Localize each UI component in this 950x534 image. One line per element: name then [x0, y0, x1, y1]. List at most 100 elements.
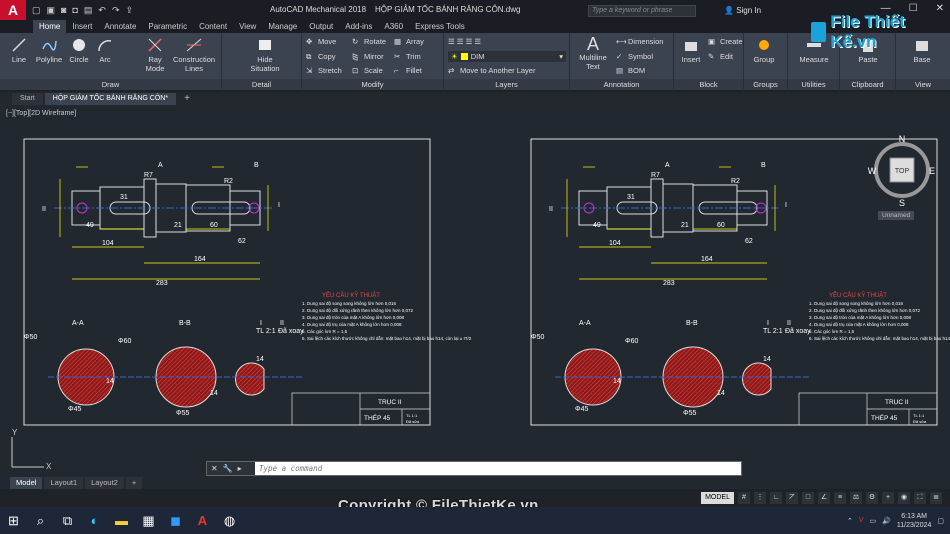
start-tab[interactable]: Start	[12, 92, 43, 105]
layout-tab-layout1[interactable]: Layout1	[44, 477, 84, 489]
circle-tool[interactable]: Circle	[66, 37, 92, 64]
layout-tab-layout2[interactable]: Layout2	[85, 477, 124, 489]
otrack-icon[interactable]: ∠	[818, 492, 830, 504]
symbol-tool[interactable]: ✓ Symbol	[616, 52, 653, 61]
clock[interactable]: 6:13 AM 11/23/2024	[897, 512, 932, 530]
utilities-group-label[interactable]: Utilities	[788, 79, 839, 90]
viewcube[interactable]: TOP N S E W	[866, 134, 938, 210]
layer-tools-row[interactable]: ☰ ☰ ☰ ☰	[448, 37, 481, 46]
edge-icon[interactable]: ◐	[81, 507, 108, 534]
share-icon[interactable]: ⇪	[126, 5, 134, 16]
new-icon[interactable]: ▢	[32, 5, 41, 16]
snap-icon[interactable]: ⋮	[754, 492, 766, 504]
layout-tab-add[interactable]: +	[125, 477, 143, 489]
file-explorer-icon[interactable]: ▬	[108, 507, 135, 534]
ray-mode-tool[interactable]: Ray Mode	[140, 37, 170, 73]
model-space-button[interactable]: MODEL	[701, 492, 734, 504]
redo-icon[interactable]: ↷	[112, 5, 120, 16]
network-icon[interactable]: ▭	[870, 517, 877, 525]
scale-tool[interactable]: ⊡ Scale	[352, 66, 383, 75]
windows-start-icon[interactable]: ⊞	[0, 507, 27, 534]
tab-output[interactable]: Output	[303, 20, 339, 33]
layout-tab-model[interactable]: Model	[10, 477, 43, 489]
block-group-label[interactable]: Block	[674, 79, 743, 90]
undo-icon[interactable]: ↶	[98, 5, 106, 16]
plot-icon[interactable]: ▤	[84, 5, 93, 16]
move-to-layer-tool[interactable]: ⇄ Move to Another Layer	[448, 66, 535, 75]
chevron-up-icon[interactable]: ⌃	[847, 517, 853, 525]
customize-icon[interactable]: ≣	[930, 492, 942, 504]
fillet-tool[interactable]: ⌐ Fillet	[394, 66, 422, 75]
polar-icon[interactable]: ⦢	[786, 492, 798, 504]
stretch-tool[interactable]: ⇲ Stretch	[306, 66, 342, 75]
gear-icon[interactable]: ⚙	[866, 492, 878, 504]
tab-annotate[interactable]: Annotate	[98, 20, 142, 33]
dimension-tool[interactable]: ⟷ Dimension	[616, 37, 663, 46]
tab-express-tools[interactable]: Express Tools	[409, 20, 471, 33]
open-icon[interactable]: ▣	[47, 5, 56, 16]
polyline-tool[interactable]: Polyline	[34, 37, 64, 64]
group-tool[interactable]: Group	[748, 37, 780, 64]
construction-lines-tool[interactable]: Construction Lines	[172, 37, 216, 73]
osnap-icon[interactable]: □	[802, 492, 814, 504]
tab-home[interactable]: Home	[33, 20, 67, 33]
app-logo[interactable]: A	[0, 0, 26, 20]
edit-block-tool[interactable]: ✎ Edit	[708, 52, 733, 61]
close-icon[interactable]: ✕	[211, 464, 218, 473]
new-tab-button[interactable]: +	[178, 93, 196, 104]
detail-group-label[interactable]: Detail	[222, 79, 301, 90]
layer-dropdown[interactable]: ☀ DIM ▾	[448, 51, 566, 62]
rotate-tool[interactable]: ↻ Rotate	[352, 37, 386, 46]
tab-add-ins[interactable]: Add-ins	[339, 20, 378, 33]
outlook-icon[interactable]: ◼	[162, 507, 189, 534]
insert-tool[interactable]: Insert	[676, 37, 706, 64]
volume-icon[interactable]: 🔊	[882, 517, 891, 525]
view-group-label[interactable]: View	[896, 79, 950, 90]
layers-group-label[interactable]: Layers	[444, 79, 569, 90]
clipboard-group-label[interactable]: Clipboard	[840, 79, 895, 90]
sign-in-button[interactable]: 👤 Sign In	[724, 6, 761, 15]
ucs-dropdown[interactable]: Unnamed	[878, 211, 915, 220]
search-input[interactable]: Type a keyword or phrase	[588, 5, 696, 17]
store-icon[interactable]: ▦	[135, 507, 162, 534]
saveas-icon[interactable]: ◘	[72, 5, 77, 16]
draw-group-label[interactable]: Draw	[0, 79, 221, 90]
antivirus-icon[interactable]: V	[859, 517, 864, 524]
move-tool[interactable]: ✥ Move	[306, 37, 336, 46]
grid-icon[interactable]: #	[738, 492, 750, 504]
autocad-taskbar-icon[interactable]: A	[189, 507, 216, 534]
tab-parametric[interactable]: Parametric	[142, 20, 193, 33]
tab-content[interactable]: Content	[193, 20, 233, 33]
copy-tool[interactable]: ⧉ Copy	[306, 52, 336, 61]
tab-manage[interactable]: Manage	[262, 20, 303, 33]
annotation-scale-icon[interactable]: ⚖	[850, 492, 862, 504]
multiline-text-tool[interactable]: A Multiline Text	[574, 35, 612, 71]
drawing-tab[interactable]: HỘP GIẢM TỐC BÁNH RĂNG CÔN*	[44, 92, 177, 105]
tab-insert[interactable]: Insert	[66, 20, 98, 33]
array-tool[interactable]: ▦ Array	[394, 37, 424, 46]
annotation-group-label[interactable]: Annotation	[570, 79, 673, 90]
notifications-icon[interactable]: ▢	[937, 517, 944, 525]
arc-tool[interactable]: Arc	[94, 37, 116, 64]
app-taskbar-icon[interactable]: ◍	[216, 507, 243, 534]
groups-group-label[interactable]: Groups	[744, 79, 787, 90]
fullscreen-icon[interactable]: ⛶	[914, 492, 926, 504]
line-tool[interactable]: Line	[6, 37, 32, 64]
lineweight-icon[interactable]: ≡	[834, 492, 846, 504]
create-block-tool[interactable]: ▣ Create	[708, 37, 743, 46]
task-view-icon[interactable]: ⧉	[54, 507, 81, 534]
search-icon[interactable]: ⌕	[27, 507, 54, 534]
save-icon[interactable]: ◙	[61, 5, 66, 16]
isolate-icon[interactable]: ◉	[898, 492, 910, 504]
hide-situation-tool[interactable]: Hide Situation	[248, 37, 282, 73]
modify-group-label[interactable]: Modify	[302, 79, 443, 90]
tab-a360[interactable]: A360	[378, 20, 409, 33]
command-input[interactable]: Type a command	[255, 464, 741, 473]
trim-tool[interactable]: ✂ Trim	[394, 52, 421, 61]
tab-view[interactable]: View	[233, 20, 262, 33]
drawing-sheet-left[interactable]	[23, 138, 473, 426]
plus-icon[interactable]: +	[882, 492, 894, 504]
ortho-icon[interactable]: ∟	[770, 492, 782, 504]
wrench-icon[interactable]: 🔧	[223, 464, 233, 473]
bom-tool[interactable]: ▤ BOM	[616, 66, 645, 75]
